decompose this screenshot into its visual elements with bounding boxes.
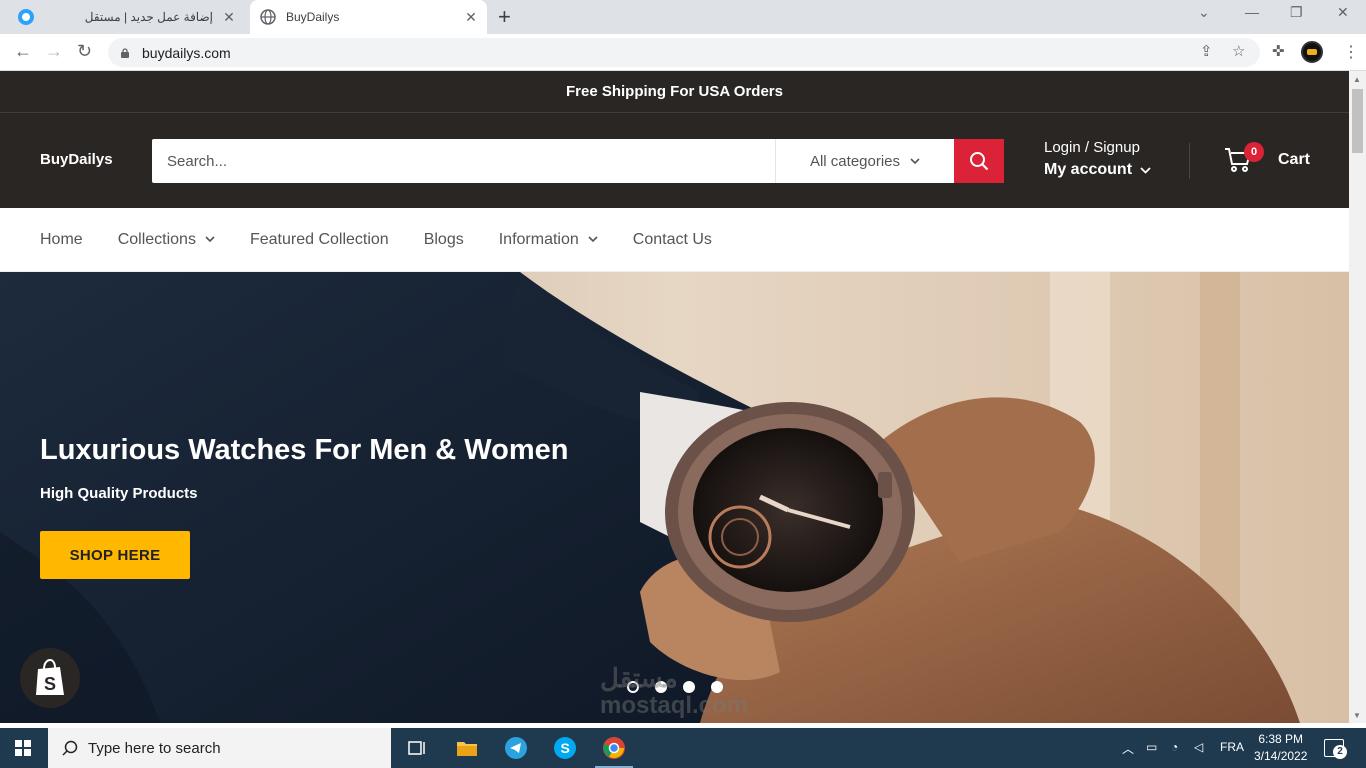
nav-contact-us[interactable]: Contact Us xyxy=(633,231,712,249)
nav-label: Contact Us xyxy=(632,230,712,248)
restore-button[interactable]: ❐ xyxy=(1290,4,1303,21)
clock-date: 3/14/2022 xyxy=(1254,749,1308,763)
header-divider xyxy=(1189,143,1190,179)
hero-title: Luxurious Watches For Men & Women xyxy=(40,434,569,466)
lock-icon xyxy=(121,47,129,58)
hero-banner: Luxurious Watches For Men & Women High Q… xyxy=(0,272,1349,723)
my-account-label: My account xyxy=(1044,161,1133,178)
nav-label: Information xyxy=(498,230,579,248)
tab-title: إضافة عمل جديد | مستقل xyxy=(84,10,213,24)
shopify-badge[interactable]: S xyxy=(20,648,80,708)
system-clock[interactable]: 6:38 PM 3/14/2022 xyxy=(1254,731,1307,765)
category-label: All categories xyxy=(809,152,901,170)
extensions-puzzle-icon[interactable]: ✜ xyxy=(1272,42,1285,60)
search-button[interactable] xyxy=(954,139,1004,183)
nav-home[interactable]: Home xyxy=(40,231,83,249)
announcement-bar: Free Shipping For USA Orders xyxy=(0,71,1349,113)
chrome-icon[interactable] xyxy=(602,736,626,760)
chevron-down-icon xyxy=(1140,166,1151,174)
cart-count-badge: 0 xyxy=(1244,142,1264,162)
back-arrow-icon[interactable]: ← xyxy=(14,42,32,60)
login-signup-link[interactable]: Login / Signup xyxy=(1044,139,1151,156)
close-tab-icon[interactable]: ✕ xyxy=(463,9,479,26)
notification-count: 2 xyxy=(1333,745,1347,759)
menu-kebab-icon[interactable]: ⋮ xyxy=(1343,42,1359,62)
bookmark-star-icon[interactable]: ☆ xyxy=(1232,42,1245,60)
taskbar-search-input[interactable]: Type here to search xyxy=(48,728,391,768)
battery-icon[interactable]: ▭ xyxy=(1146,740,1157,754)
taskbar-search-placeholder: Type here to search xyxy=(88,739,221,757)
nav-collections[interactable]: Collections xyxy=(118,231,215,249)
nav-label: Home xyxy=(40,230,83,248)
close-window-button[interactable]: ✕ xyxy=(1337,4,1349,21)
shopify-bag-icon: S xyxy=(36,659,64,695)
tab-buydailys[interactable]: BuyDailys ✕ xyxy=(250,0,487,34)
nav-blogs[interactable]: Blogs xyxy=(424,231,464,249)
cart-button[interactable]: 0 Cart xyxy=(1224,142,1311,173)
my-account-dropdown[interactable]: My account xyxy=(1044,161,1151,179)
clock-time: 6:38 PM xyxy=(1258,732,1304,746)
mostaql-watermark: مستقل mostaql.com xyxy=(600,665,748,719)
task-view-icon[interactable] xyxy=(405,736,429,760)
nav-featured-collection[interactable]: Featured Collection xyxy=(250,231,389,249)
nav-label: Blogs xyxy=(423,230,464,248)
chevron-down-icon xyxy=(205,236,215,243)
watermark-domain: mostaql.com xyxy=(600,692,749,719)
minimize-button[interactable]: — xyxy=(1245,4,1259,20)
hero-subtitle: High Quality Products xyxy=(40,485,198,502)
main-navigation: Home Collections Featured Collection Blo… xyxy=(0,208,1349,272)
mostaql-favicon-icon xyxy=(18,9,34,25)
windows-start-icon[interactable] xyxy=(15,740,31,756)
page-scrollbar[interactable]: ▲ ▼ xyxy=(1349,71,1366,723)
account-menu[interactable]: Login / Signup My account xyxy=(1044,139,1151,179)
hero-watch-image xyxy=(0,272,1349,723)
share-icon[interactable]: ⇪ xyxy=(1200,42,1213,60)
nav-information[interactable]: Information xyxy=(499,231,598,249)
search-icon xyxy=(62,740,78,756)
notification-center-icon[interactable]: 2 xyxy=(1324,739,1347,759)
search-bar: Search... All categories xyxy=(152,139,1004,183)
browser-tabstrip: إضافة عمل جديد | مستقل ✕ BuyDailys ✕ + ⌄… xyxy=(0,0,1366,34)
url-text: buydailys.com xyxy=(142,44,231,61)
cart-label: Cart xyxy=(1278,151,1311,168)
category-select[interactable]: All categories xyxy=(776,139,954,183)
close-tab-icon[interactable]: ✕ xyxy=(221,9,237,26)
volume-icon[interactable]: ◁ xyxy=(1194,740,1203,754)
search-icon xyxy=(970,152,989,171)
svg-text:S: S xyxy=(561,740,570,756)
address-bar[interactable]: buydailys.com xyxy=(108,38,1260,67)
chevron-down-icon xyxy=(588,236,598,243)
svg-text:S: S xyxy=(44,674,56,694)
browser-toolbar: ← → ↻ buydailys.com ⇪ ☆ ✜ xyxy=(0,34,1366,71)
language-indicator[interactable]: FRA xyxy=(1220,740,1244,754)
chevron-down-icon xyxy=(910,157,920,164)
show-hidden-icons-icon[interactable]: ︿ xyxy=(1122,740,1134,757)
tab-mostaql[interactable]: إضافة عمل جديد | مستقل ✕ xyxy=(0,0,245,34)
telegram-icon[interactable] xyxy=(504,736,528,760)
profile-avatar[interactable] xyxy=(1301,41,1323,63)
forward-arrow-icon[interactable]: → xyxy=(45,42,63,60)
skype-icon[interactable]: S xyxy=(553,736,577,760)
scroll-up-arrow-icon[interactable]: ▲ xyxy=(1353,75,1361,84)
globe-icon xyxy=(260,9,276,25)
search-input[interactable]: Search... xyxy=(152,139,776,183)
shop-here-button[interactable]: SHOP HERE xyxy=(40,531,190,579)
watermark-arabic: مستقل xyxy=(600,663,678,693)
tab-title: BuyDailys xyxy=(286,10,340,24)
wifi-icon[interactable]: ◔ xyxy=(1171,740,1178,754)
site-logo[interactable]: BuyDailys xyxy=(40,151,113,168)
new-tab-button[interactable]: + xyxy=(498,6,511,28)
nav-label: Collections xyxy=(117,230,196,248)
site-header: BuyDailys Search... All categories Login… xyxy=(0,113,1349,208)
tab-search-chevron-icon[interactable]: ⌄ xyxy=(1198,4,1210,21)
windows-taskbar: Type here to search S ︿ ▭ ◔ ◁ FRA 6:38 P… xyxy=(0,728,1366,768)
reload-icon[interactable]: ↻ xyxy=(77,42,92,60)
file-explorer-icon[interactable] xyxy=(455,736,479,760)
scroll-thumb[interactable] xyxy=(1352,89,1363,153)
nav-label: Featured Collection xyxy=(249,230,389,248)
web-page: Free Shipping For USA Orders BuyDailys S… xyxy=(0,71,1349,723)
scroll-down-arrow-icon[interactable]: ▼ xyxy=(1353,711,1361,720)
